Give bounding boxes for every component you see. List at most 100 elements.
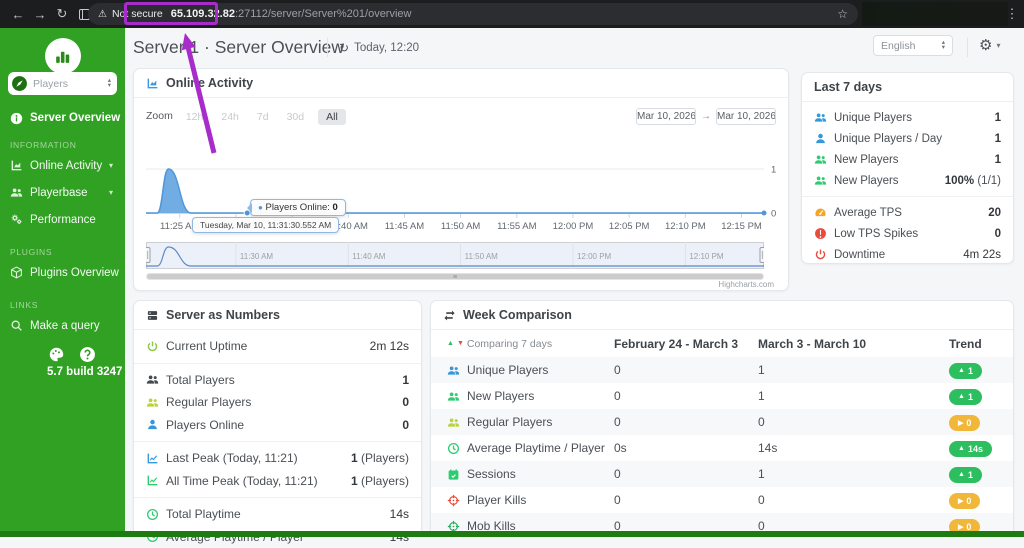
last-7-days-header: Last 7 days: [802, 73, 1013, 102]
browser-forward-icon[interactable]: →: [30, 0, 50, 28]
date-to-input[interactable]: [716, 108, 776, 125]
stat-label: Players Online: [166, 418, 402, 432]
trend-down-icon: ▼: [457, 340, 464, 347]
sidebar-section-label: LINKS: [0, 298, 125, 312]
week-row-label: Mob Kills: [431, 519, 614, 531]
stat-value: 4m 22s: [963, 249, 1001, 261]
trend-up-icon: ▲: [447, 340, 454, 347]
zoom-option-all[interactable]: All: [318, 109, 346, 125]
stat-value: 1: [995, 133, 1001, 145]
last-7-days-card: Last 7 days Unique Players1Unique Player…: [801, 72, 1014, 264]
stat-label: New Players: [834, 154, 995, 166]
week2-value: 1: [758, 389, 949, 403]
server-as-numbers-title: Server as Numbers: [166, 308, 280, 322]
trend-badge: ▲1: [949, 389, 982, 405]
refresh-button[interactable]: ↻ Today, 12:20: [339, 41, 419, 55]
chart-zoom-controls: Zoom 12h24h7d30dAll →: [146, 107, 776, 125]
week-row-label: Average Playtime / Player: [431, 441, 614, 455]
trend-badge: ▲1: [949, 363, 982, 379]
table-row: Sessions01▲1: [431, 461, 1013, 487]
settings-menu-button[interactable]: ⚙ ▾: [979, 36, 1000, 54]
metric-label: Regular Players: [467, 415, 552, 429]
browser-reload-icon[interactable]: ↻: [52, 0, 72, 28]
sidebar-item-playerbase[interactable]: Playerbase▾: [0, 179, 125, 206]
date-from-input[interactable]: [636, 108, 696, 125]
table-row: New Players01▲1: [431, 383, 1013, 409]
compass-icon: [11, 75, 28, 92]
not-secure-badge[interactable]: ⚠ Not secure: [98, 8, 163, 20]
sidebar-item-plugins-overview[interactable]: Plugins Overview: [0, 259, 125, 286]
tooltip-value: 0: [333, 202, 338, 213]
server-as-numbers-header: Server as Numbers: [134, 301, 421, 330]
svg-text:12:10 PM: 12:10 PM: [665, 221, 706, 232]
trend-cell: ▲14s: [949, 439, 1014, 457]
sidebar-item-label: Server Overview: [30, 112, 120, 124]
crosshairs-icon: [447, 520, 460, 532]
stat-value: 0: [995, 228, 1001, 240]
sidebar-item-performance[interactable]: Performance: [0, 206, 125, 233]
chevron-down-icon: ▾: [109, 161, 113, 170]
svg-text:12:15 PM: 12:15 PM: [721, 221, 762, 232]
users-icon: [447, 390, 460, 403]
stat-label: Total Playtime: [166, 507, 390, 521]
chart-navigator[interactable]: 11:30 AM11:40 AM11:50 AM12:00 PM12:10 PM: [146, 242, 764, 269]
sidebar-item-online-activity[interactable]: Online Activity▾: [0, 152, 125, 179]
table-row: Unique Players01▲1: [431, 357, 1013, 383]
week-comparison-title: Week Comparison: [463, 308, 572, 322]
stat-value: 1 (Players): [351, 451, 409, 465]
zoom-label: Zoom: [146, 110, 173, 122]
week1-value: 0s: [614, 441, 758, 455]
online-activity-header: Online Activity: [134, 69, 788, 98]
users-icon: [146, 373, 159, 386]
caret-up-icon: ▲: [958, 471, 965, 478]
stat-value: 20: [988, 207, 1001, 219]
refresh-time: Today, 12:20: [354, 42, 419, 54]
theme-palette-button[interactable]: [48, 346, 65, 363]
stat-row: All Time Peak (Today, 11:21)1 (Players): [134, 470, 421, 493]
stat-label: Downtime: [834, 249, 963, 261]
sidebar-item-label: Make a query: [30, 320, 100, 332]
stat-value-suffix: (Players): [358, 474, 409, 488]
server-selector[interactable]: Players ▴▾: [8, 72, 117, 95]
trend-value: 1: [968, 366, 973, 376]
trend-cell: ▲1: [949, 361, 1014, 379]
sidebar-item-label: Plugins Overview: [30, 267, 119, 279]
week2-value: 0: [758, 415, 949, 429]
divider: [134, 497, 421, 498]
language-select[interactable]: English ▴▾: [873, 35, 953, 56]
highcharts-credit-link[interactable]: Highcharts.com: [718, 280, 774, 289]
sidebar-item-make-a-query[interactable]: Make a query: [0, 312, 125, 339]
stat-value-main: 1: [351, 451, 358, 465]
date-arrow-icon: →: [701, 111, 711, 122]
browser-menu-icon[interactable]: ⋮: [1002, 0, 1022, 28]
stat-value-main: 2m 12s: [370, 339, 409, 353]
chart-line-icon: [146, 452, 159, 465]
sidebar: Players ▴▾ Server Overview INFORMATIONOn…: [0, 28, 125, 531]
week1-value: 0: [614, 389, 758, 403]
language-value: English: [881, 40, 915, 52]
sidebar-item-server-overview[interactable]: Server Overview: [0, 106, 125, 130]
stat-row: Regular Players0: [134, 391, 421, 414]
zoom-options: 12h24h7d30dAll: [182, 107, 356, 125]
week-table-header: ▲ ▼ Comparing 7 days February 24 - March…: [431, 330, 1013, 357]
bookmark-star-icon[interactable]: ☆: [837, 7, 848, 21]
stat-value-suffix: (Players): [358, 451, 409, 465]
week1-value: 0: [614, 363, 758, 377]
week1-value: 0: [614, 493, 758, 507]
week1-value: 0: [614, 467, 758, 481]
chart-scrollbar[interactable]: ≡: [146, 273, 764, 280]
stat-row: Last Peak (Today, 11:21)1 (Players): [134, 447, 421, 470]
svg-text:11:40 AM: 11:40 AM: [352, 252, 386, 261]
browser-theme-area: [862, 2, 1008, 26]
header-divider: [327, 38, 328, 57]
plan-logo[interactable]: [45, 38, 81, 74]
caret-right-icon: ▶: [958, 419, 963, 427]
address-bar[interactable]: ⚠ Not secure 65.109.32.82:27112/server/S…: [88, 3, 858, 25]
stat-label: Unique Players: [834, 112, 995, 124]
browser-back-icon[interactable]: ←: [8, 0, 28, 28]
help-button[interactable]: [79, 346, 96, 363]
svg-text:11:50 AM: 11:50 AM: [441, 221, 481, 232]
stat-value-main: 100%: [945, 175, 974, 187]
stat-value: 1 (Players): [351, 474, 409, 488]
stat-value-main: 1: [402, 373, 409, 387]
